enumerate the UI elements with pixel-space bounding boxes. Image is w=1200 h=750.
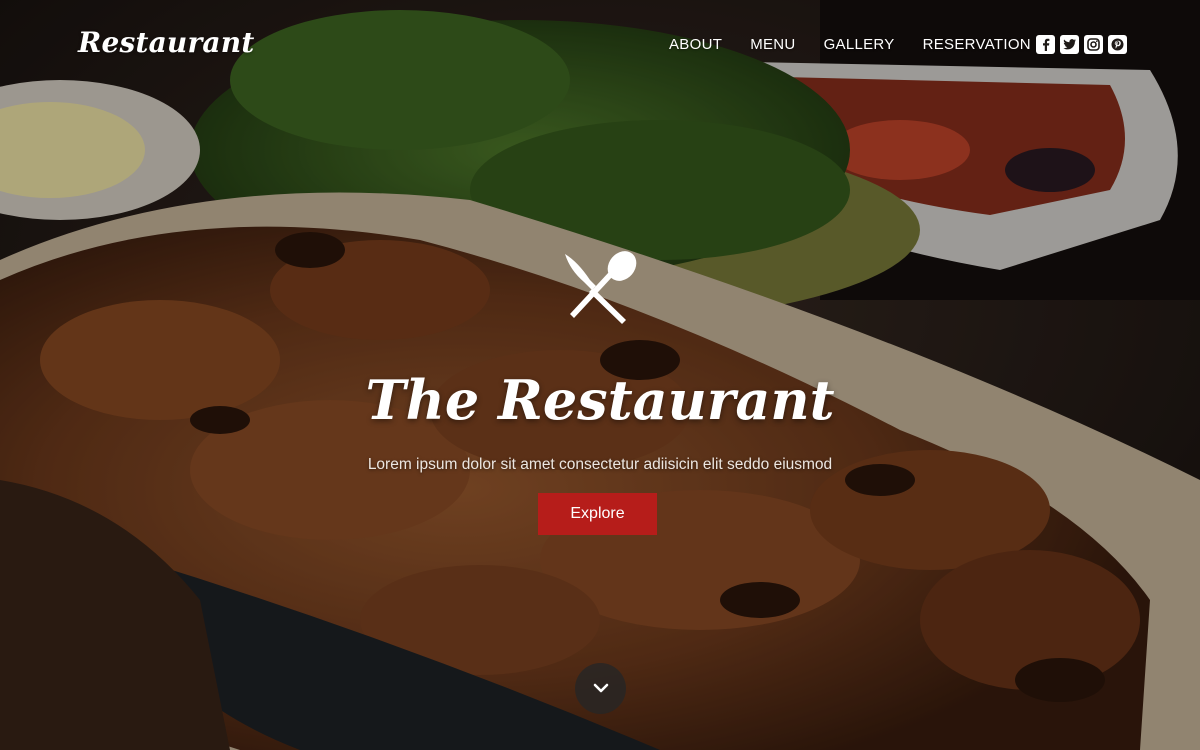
nav-item-about[interactable]: ABOUT (669, 36, 722, 53)
chevron-down-icon (593, 680, 609, 698)
pinterest-icon[interactable] (1108, 35, 1127, 54)
explore-button[interactable]: Explore (538, 493, 657, 535)
facebook-icon[interactable] (1036, 35, 1055, 54)
nav-item-gallery[interactable]: GALLERY (824, 36, 895, 53)
nav-item-reservation[interactable]: RESERVATION (923, 36, 1031, 53)
nav-item-menu[interactable]: MENU (750, 36, 795, 53)
main-nav: ABOUT MENU GALLERY RESERVATION (669, 36, 1059, 53)
twitter-icon[interactable] (1060, 35, 1079, 54)
utensils-cross-icon (560, 250, 640, 324)
instagram-icon[interactable] (1084, 35, 1103, 54)
scroll-down-button[interactable] (575, 663, 626, 714)
social-links (1036, 35, 1127, 54)
site-header: Restaurant ABOUT MENU GALLERY RESERVATIO… (0, 0, 1200, 90)
site-logo[interactable]: Restaurant (78, 26, 254, 59)
hero-subtitle: Lorem ipsum dolor sit amet consectetur a… (367, 456, 833, 473)
hero-title: The Restaurant (365, 368, 835, 432)
